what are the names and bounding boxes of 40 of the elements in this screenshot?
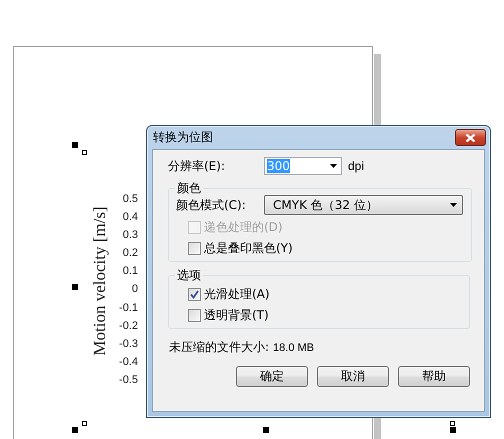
dialog-button[interactable]: 帮助 <box>398 366 470 387</box>
tick-label: 0.4 <box>122 210 138 226</box>
dropdown-arrow-icon <box>450 203 457 207</box>
tick-label: -0.2 <box>119 318 138 334</box>
window-title: 转换为位图 <box>152 129 214 146</box>
tick-label: 0.1 <box>122 264 138 280</box>
file-size-value: 18.0 MB <box>273 342 314 354</box>
tick-label: -0.3 <box>119 336 138 352</box>
rotation-handle[interactable] <box>450 421 455 426</box>
rotation-handle[interactable] <box>82 150 87 155</box>
selection-handle[interactable] <box>72 142 78 148</box>
file-size-label: 未压缩的文件大小: <box>169 339 270 356</box>
close-button[interactable] <box>455 129 486 146</box>
selection-handle[interactable] <box>72 284 78 290</box>
dialog-button[interactable]: 确定 <box>236 366 308 387</box>
tick-label: -0.1 <box>119 300 138 316</box>
color-mode-dropdown[interactable]: CMYK 色（32 位） <box>264 195 463 215</box>
selection-handle[interactable] <box>263 427 269 433</box>
selection-handle[interactable] <box>72 427 78 433</box>
tick-label: -0.5 <box>119 372 138 388</box>
checkbox[interactable]: 透明背景(T) <box>188 306 461 324</box>
tick-label: 0.2 <box>122 246 138 262</box>
group-title: 颜色 <box>176 181 202 195</box>
rotation-handle[interactable] <box>82 421 87 426</box>
tick-label: -0.4 <box>119 354 138 370</box>
close-icon <box>465 132 476 142</box>
dropdown-arrow-icon <box>330 164 337 168</box>
unit-label: dpi <box>348 159 364 173</box>
axis-title: Motion velocity [m/s] <box>90 206 110 356</box>
field-label: 颜色模式(C): <box>176 196 247 214</box>
tick-label: 0 <box>132 282 138 298</box>
checkbox[interactable]: 总是叠印黑色(Y) <box>188 239 463 257</box>
tick-label: 0.3 <box>122 228 138 244</box>
check-icon <box>190 290 199 298</box>
dialog-button[interactable]: 取消 <box>317 366 389 387</box>
checkbox[interactable]: 光滑处理(A) <box>188 285 461 303</box>
group-title: 选项 <box>176 268 202 282</box>
tick-label: 0.5 <box>122 192 138 207</box>
selection-handle[interactable] <box>450 427 456 433</box>
field-label: 分辨率(E): <box>168 158 226 174</box>
